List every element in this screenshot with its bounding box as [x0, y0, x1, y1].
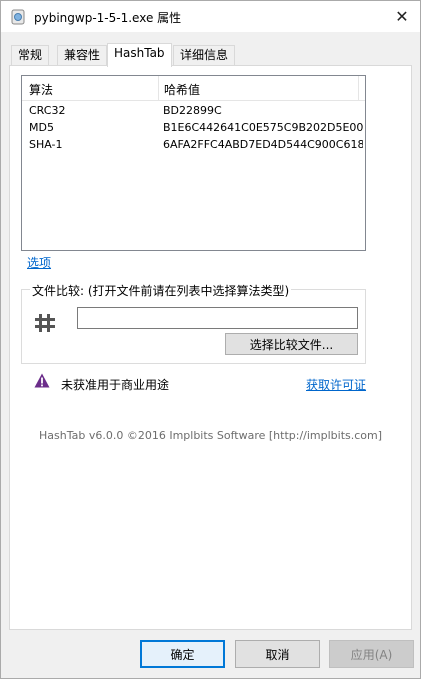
table-row[interactable]: CRC32 BD22899C — [22, 103, 365, 119]
tab-compatibility[interactable]: 兼容性 — [57, 45, 108, 66]
algorithm-cell: MD5 — [29, 121, 54, 134]
tab-general[interactable]: 常规 — [11, 45, 50, 66]
cancel-button[interactable]: 取消 — [235, 640, 320, 668]
compare-hash-input[interactable] — [77, 307, 358, 329]
license-notice-text: 未获准用于商业用途 — [61, 378, 170, 392]
table-row[interactable]: SHA-1 6AFA2FFC4ABD7ED4D544C900C618... — [22, 137, 365, 153]
get-license-link[interactable]: 获取许可证 — [306, 376, 366, 393]
hash-value-cell: BD22899C — [163, 104, 222, 117]
window-title: pybingwp-1-5-1.exe 属性 — [34, 11, 182, 25]
file-compare-group: 文件比较: (打开文件前请在列表中选择算法类型) 选择比较文件... — [21, 282, 366, 364]
hash-value-cell: B1E6C442641C0E575C9B202D5E00... — [163, 121, 363, 134]
exe-file-icon — [11, 9, 25, 25]
hash-icon — [35, 314, 55, 332]
file-compare-label: 文件比较: (打开文件前请在列表中选择算法类型) — [30, 282, 292, 299]
column-header-hash[interactable]: 哈希值 — [164, 81, 200, 98]
hashtab-panel: 算法 哈希值 CRC32 BD22899C MD5 B1E6C442641C0E… — [9, 65, 412, 630]
table-row[interactable]: MD5 B1E6C442641C0E575C9B202D5E00... — [22, 120, 365, 136]
apply-button[interactable]: 应用(A) — [329, 640, 414, 668]
tab-details[interactable]: 详细信息 — [173, 45, 236, 66]
options-link[interactable]: 选项 — [27, 254, 51, 271]
close-button[interactable]: ✕ — [390, 5, 414, 27]
algorithm-cell: SHA-1 — [29, 138, 63, 151]
close-icon: ✕ — [395, 6, 409, 26]
hash-list[interactable]: 算法 哈希值 CRC32 BD22899C MD5 B1E6C442641C0E… — [21, 75, 366, 251]
tab-hashtab[interactable]: HashTab — [107, 43, 172, 67]
warning-icon — [34, 373, 50, 388]
title-bar: pybingwp-1-5-1.exe 属性 ✕ — [1, 1, 420, 32]
select-compare-file-button[interactable]: 选择比较文件... — [225, 333, 358, 355]
version-info: HashTab v6.0.0 ©2016 Implbits Software [… — [39, 429, 383, 442]
column-divider[interactable] — [158, 76, 159, 101]
ok-button[interactable]: 确定 — [140, 640, 225, 668]
column-header-algorithm[interactable]: 算法 — [29, 81, 53, 98]
column-divider[interactable] — [358, 76, 359, 101]
hash-list-header: 算法 哈希值 — [22, 76, 365, 101]
algorithm-cell: CRC32 — [29, 104, 66, 117]
properties-window: pybingwp-1-5-1.exe 属性 ✕ 常规 兼容性 HashTab 详… — [0, 0, 421, 679]
hash-value-cell: 6AFA2FFC4ABD7ED4D544C900C618... — [163, 138, 363, 151]
